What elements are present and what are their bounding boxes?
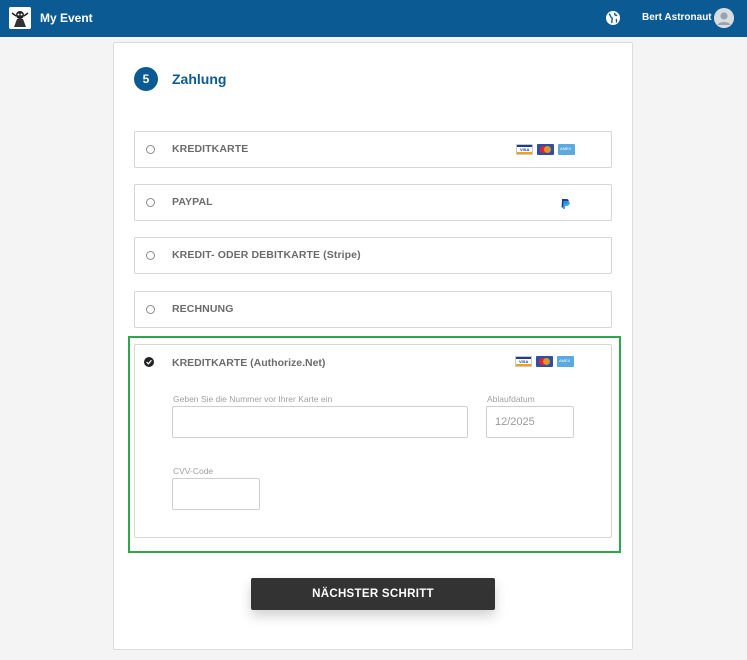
payment-option-label: PAYPAL bbox=[172, 196, 213, 208]
radio-button[interactable] bbox=[146, 251, 155, 260]
avatar[interactable] bbox=[714, 8, 734, 28]
mastercard-icon bbox=[536, 356, 553, 367]
radio-button[interactable] bbox=[146, 145, 155, 154]
expiry-date-input[interactable] bbox=[486, 406, 574, 438]
app-title[interactable]: My Event bbox=[40, 11, 93, 25]
payment-option-label: KREDITKARTE bbox=[172, 143, 249, 155]
payment-option-label: KREDITKARTE (Authorize.Net) bbox=[172, 357, 326, 369]
radio-button[interactable] bbox=[146, 198, 155, 207]
user-name[interactable]: Bert Astronaut bbox=[642, 12, 712, 23]
checked-radio-icon[interactable] bbox=[144, 357, 154, 367]
step-title: Zahlung bbox=[172, 71, 227, 87]
payment-option-stripe[interactable]: KREDIT- ODER DEBITKARTE (Stripe) bbox=[134, 237, 612, 274]
payment-option-rechnung[interactable]: RECHNUNG bbox=[134, 291, 612, 328]
top-bar: My Event Bert Astronaut bbox=[0, 0, 747, 37]
payment-option-label: KREDIT- ODER DEBITKARTE (Stripe) bbox=[172, 249, 361, 261]
cvv-label: CVV-Code bbox=[173, 466, 214, 476]
paypal-icon bbox=[559, 197, 571, 209]
expiry-label: Ablaufdatum bbox=[487, 394, 535, 404]
event-logo-icon[interactable] bbox=[9, 7, 31, 29]
amex-card-icon: AMEX bbox=[558, 144, 575, 155]
amex-card-icon: AMEX bbox=[557, 356, 574, 367]
next-step-button[interactable]: NÄCHSTER SCHRITT bbox=[251, 578, 495, 610]
card-icons: VISA AMEX bbox=[515, 356, 574, 367]
payment-option-kreditkarte[interactable]: KREDITKARTE VISA AMEX bbox=[134, 131, 612, 168]
radio-button[interactable] bbox=[146, 305, 155, 314]
step-number-badge: 5 bbox=[134, 67, 158, 91]
visa-card-icon: VISA bbox=[515, 356, 532, 367]
cvv-input[interactable] bbox=[172, 478, 260, 510]
payment-option-label: RECHNUNG bbox=[172, 303, 234, 315]
card-icons: VISA AMEX bbox=[516, 144, 575, 155]
globe-icon[interactable] bbox=[605, 10, 621, 26]
card-number-label: Geben Sie die Nummer vor Ihrer Karte ein bbox=[173, 394, 333, 404]
card-number-input[interactable] bbox=[172, 406, 468, 438]
visa-card-icon: VISA bbox=[516, 144, 533, 155]
mastercard-icon bbox=[537, 144, 554, 155]
payment-option-paypal[interactable]: PAYPAL bbox=[134, 184, 612, 221]
